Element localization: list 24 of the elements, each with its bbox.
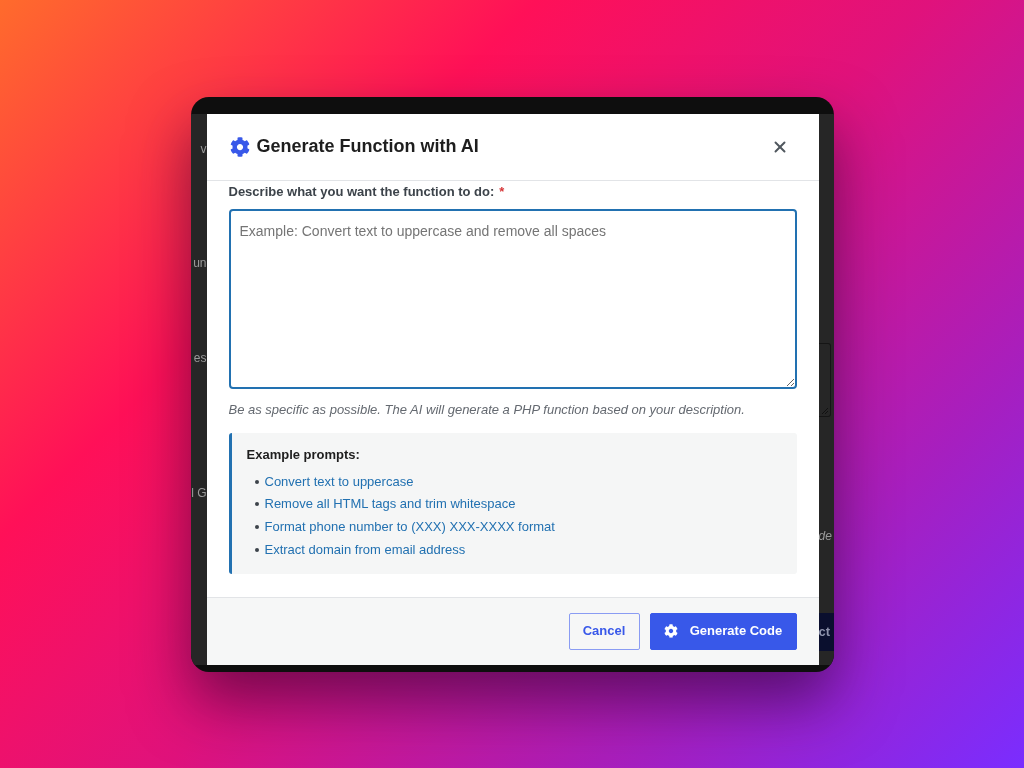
example-link[interactable]: Remove all HTML tags and trim whitespace (264, 496, 516, 513)
input-field[interactable] (818, 342, 831, 417)
bullet-icon (254, 479, 259, 484)
page-text: l G (191, 484, 207, 501)
page-text: v (200, 140, 207, 157)
required-mark: * (499, 183, 505, 200)
gear-icon (229, 136, 250, 157)
generate-button[interactable]: Generate Code (649, 612, 797, 650)
bullet-icon (254, 547, 259, 552)
dialog-title: Generate Function with AI (256, 135, 479, 158)
example-link[interactable]: Convert text to uppercase (264, 473, 414, 490)
bullet-icon (254, 502, 259, 507)
page-text: de (818, 527, 832, 544)
page-text: un (193, 254, 207, 271)
examples-heading: Example prompts: (246, 446, 361, 463)
bullet-icon (254, 525, 259, 529)
cancel-button[interactable]: Cancel (568, 612, 640, 650)
description-field[interactable]: Example: Convert text to uppercase and remove all spaces (228, 208, 797, 389)
gear-icon (663, 624, 678, 638)
example-link[interactable]: Format phone number to (XXX) XXX-XXXX format (264, 519, 555, 535)
example-link[interactable]: Extract domain from email address (264, 541, 466, 558)
page-text: es (193, 349, 207, 366)
field-label: Describe what you want the function to do: (228, 183, 495, 200)
help-text: Be as specific as possible. The AI will generate a PHP function based on your description. (228, 400, 746, 419)
